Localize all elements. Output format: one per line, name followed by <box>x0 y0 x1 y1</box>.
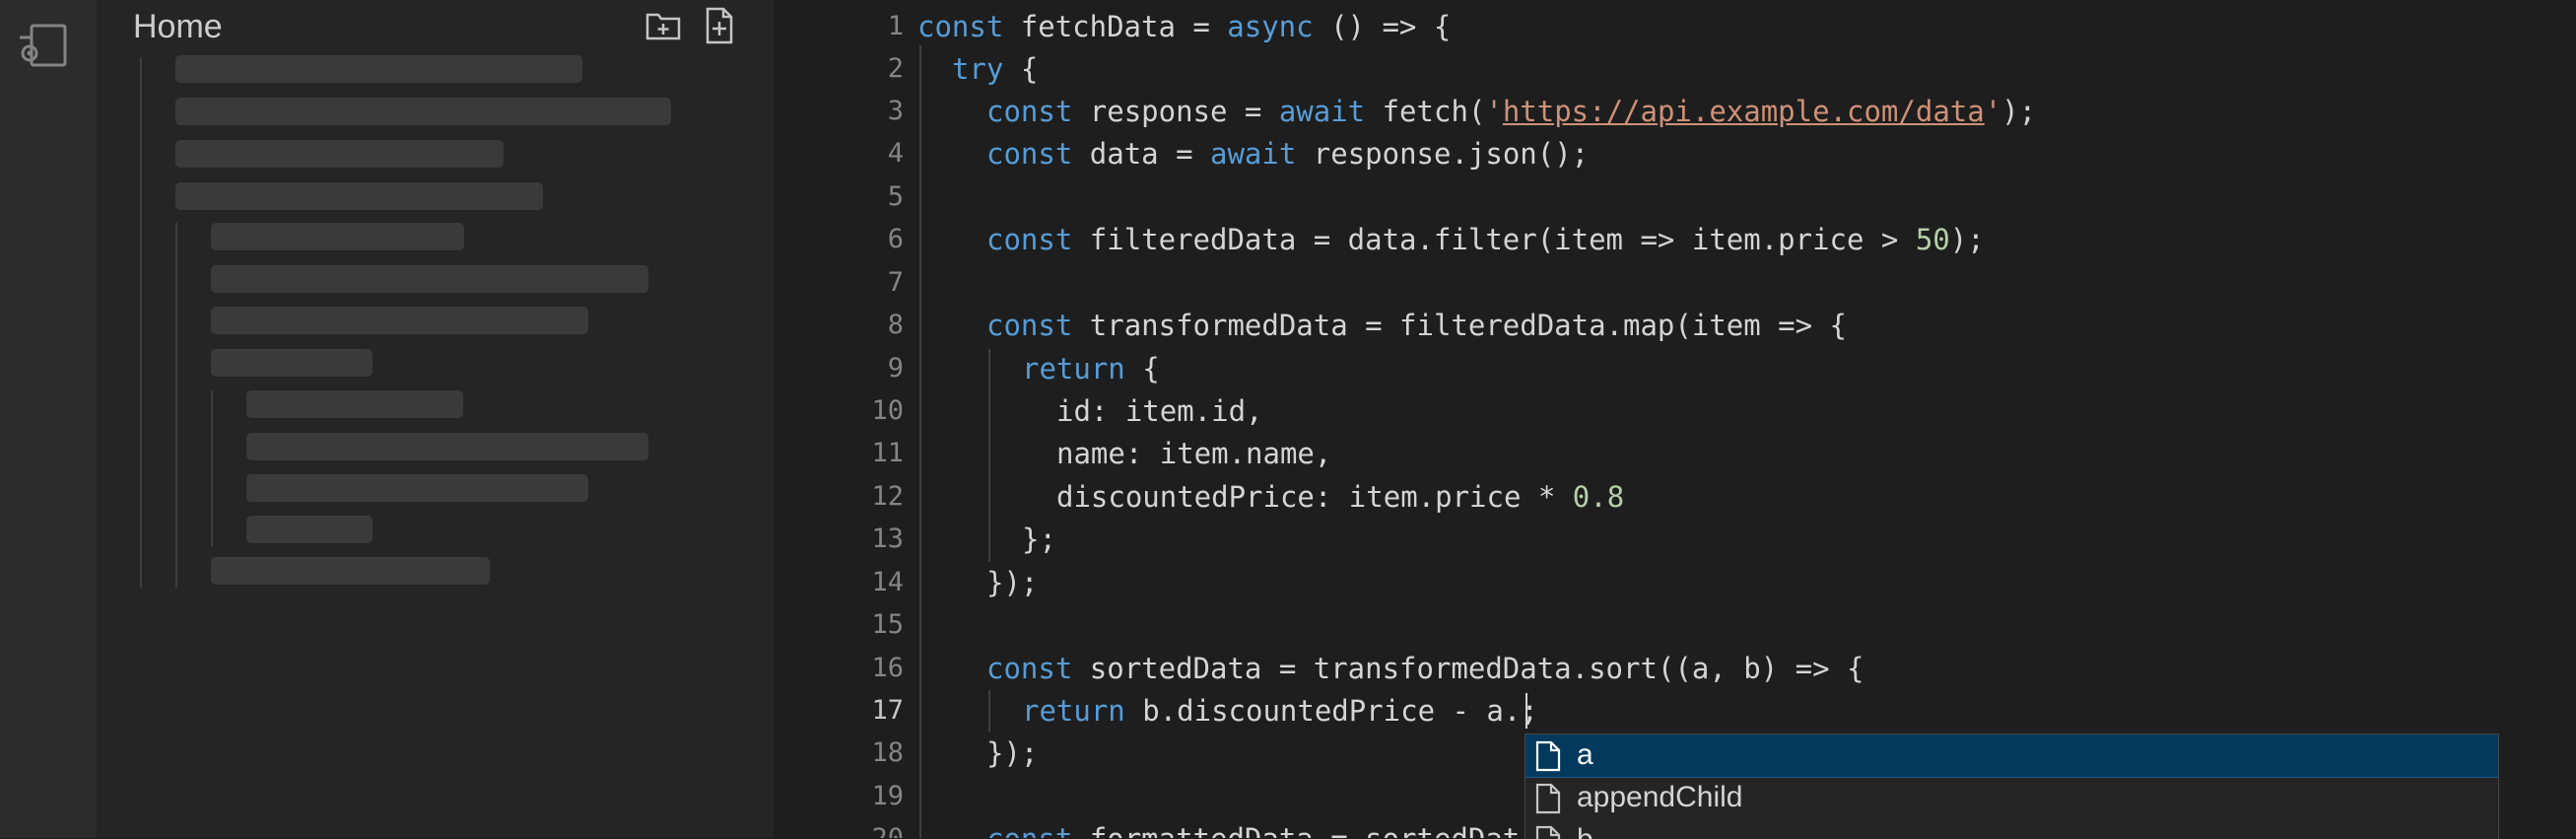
code-line-1: const fetchData = async () => { <box>917 10 1452 43</box>
suggestion-item[interactable]: a <box>1525 734 2498 778</box>
tree-item-placeholder <box>246 433 648 460</box>
line-number: 9 <box>887 353 904 384</box>
line-number: 20 <box>774 822 904 838</box>
line-number: 13 <box>871 524 904 554</box>
text-cursor <box>1525 693 1527 729</box>
line-number: 14 <box>871 567 904 597</box>
new-folder-icon[interactable] <box>644 6 684 45</box>
code-line-16: const sortedData = transformedData.sort(… <box>986 652 1864 685</box>
code-line-10: id: item.id, <box>1056 394 1263 428</box>
line-number: 3 <box>887 96 904 126</box>
suggestion-label: a <box>1577 738 1593 771</box>
line-number-active: 17 <box>871 695 904 726</box>
line-number: 19 <box>871 781 904 811</box>
tree-item-placeholder <box>246 516 373 543</box>
code-line-8: const transformedData = filteredData.map… <box>986 309 1847 342</box>
file-icon <box>1533 740 1563 772</box>
code-line-11: name: item.name, <box>1056 437 1332 470</box>
line-number: 16 <box>871 653 904 683</box>
sidebar-title: Home <box>133 8 223 45</box>
tree-item-placeholder <box>175 140 504 168</box>
code-editor[interactable]: 1 2 3 4 5 6 7 8 9 10 11 12 13 14 15 16 1… <box>774 0 2576 838</box>
tree-item-placeholder <box>211 349 373 377</box>
code-line-9: return { <box>1022 352 1160 385</box>
indent-guide <box>919 45 921 838</box>
line-number: 1 <box>887 11 904 41</box>
tree-item-placeholder <box>175 55 582 83</box>
line-number: 8 <box>887 310 904 340</box>
autocomplete-widget: a appendChild b <box>1525 734 2499 839</box>
suggestion-label: b <box>1577 822 1593 839</box>
line-number: 5 <box>887 181 904 212</box>
indent-guide <box>988 349 990 562</box>
line-number: 12 <box>871 481 904 512</box>
code-line-18: }); <box>986 736 1039 770</box>
tree-indent-guide <box>140 57 142 588</box>
code-line-6: const filteredData = data.filter(item =>… <box>986 223 1985 256</box>
tree-indent-guide <box>211 390 213 546</box>
file-icon <box>1533 825 1563 839</box>
explorer-sidebar: Home <box>97 0 774 838</box>
indent-guide <box>988 690 990 732</box>
line-number: 7 <box>887 267 904 298</box>
tree-indent-guide <box>175 223 177 588</box>
suggestion-item[interactable]: appendChild <box>1525 777 2498 819</box>
file-icon <box>1533 783 1563 814</box>
code-line-17: return b.discountedPrice - a.; <box>1022 694 1538 728</box>
line-number: 2 <box>887 53 904 84</box>
tree-item-placeholder <box>175 182 543 210</box>
line-number: 4 <box>887 138 904 169</box>
code-line-20: const formattedData = sortedDat <box>986 822 1520 838</box>
line-number: 18 <box>871 737 904 768</box>
code-line-13: }; <box>1022 523 1056 556</box>
tree-item-placeholder <box>246 390 463 418</box>
code-line-2: try { <box>952 52 1039 86</box>
activity-bar <box>0 0 97 838</box>
line-number: 15 <box>871 609 904 640</box>
line-number: 11 <box>871 438 904 468</box>
line-number: 10 <box>871 395 904 426</box>
code-line-12: discountedPrice: item.price * 0.8 <box>1056 480 1625 514</box>
suggestion-label: appendChild <box>1577 781 1743 813</box>
tree-item-placeholder <box>246 474 588 502</box>
tree-item-placeholder <box>211 223 464 250</box>
remote-explorer-icon[interactable] <box>18 20 69 71</box>
tree-item-placeholder <box>175 98 671 125</box>
url-link[interactable]: https://api.example.com/data <box>1503 95 1985 128</box>
tree-item-placeholder <box>211 265 648 293</box>
new-file-icon[interactable] <box>700 6 739 45</box>
code-line-14: }); <box>986 566 1039 599</box>
line-number: 6 <box>887 224 904 254</box>
tree-item-placeholder <box>211 307 588 334</box>
suggestion-item[interactable]: b <box>1525 819 2498 839</box>
tree-item-placeholder <box>211 557 490 585</box>
code-line-3: const response = await fetch('https://ap… <box>986 95 2037 128</box>
code-line-4: const data = await response.json(); <box>986 137 1590 171</box>
